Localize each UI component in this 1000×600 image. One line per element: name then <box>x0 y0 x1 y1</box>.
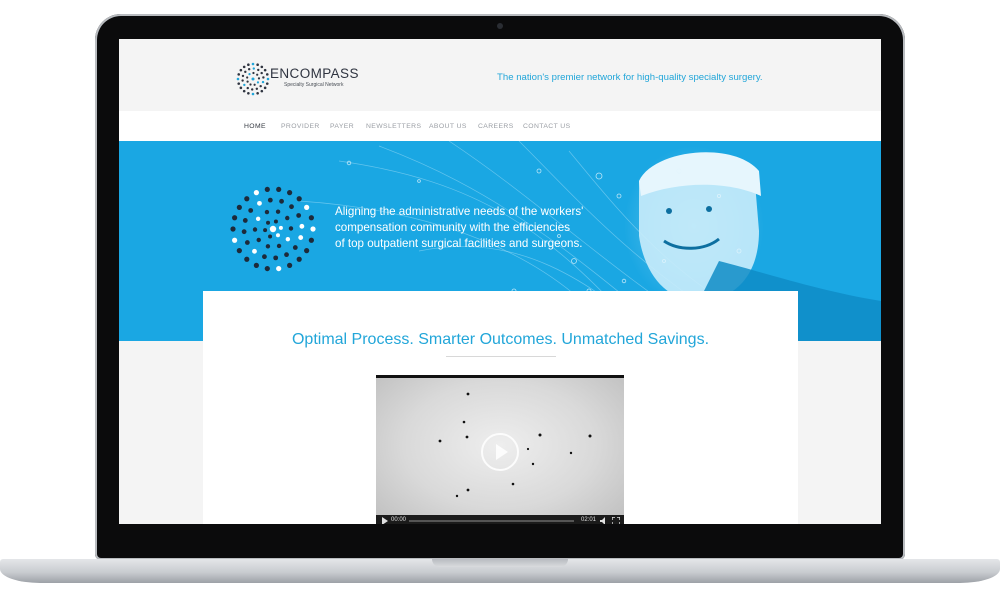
nav-payer[interactable]: PAYER <box>330 123 354 130</box>
hero-line-1: Aligning the administrative needs of the… <box>335 205 584 218</box>
encompass-logo-icon[interactable] <box>236 62 270 96</box>
volume-icon[interactable] <box>600 517 608 524</box>
site-header: ENCOMPASS Specialty Surgical Network The… <box>119 39 881 112</box>
hero-line-3: of top outpatient surgical facilities an… <box>335 237 583 250</box>
play-icon <box>496 444 508 460</box>
hero-dot-logo-icon <box>230 186 316 272</box>
main-nav: HOME PROVIDER PAYER NEWSLETTERS ABOUT US… <box>119 111 881 141</box>
camera-dot <box>497 23 503 29</box>
nav-provider[interactable]: PROVIDER <box>281 123 320 130</box>
hero-line-2: compensation community with the efficien… <box>335 221 570 234</box>
video-player[interactable]: 00:00 02:01 <box>376 375 624 524</box>
hero-text: Aligning the administrative needs of the… <box>335 204 635 252</box>
browser-screen: ENCOMPASS Specialty Surgical Network The… <box>119 39 881 524</box>
brand-name[interactable]: ENCOMPASS <box>270 66 359 81</box>
play-icon[interactable] <box>381 517 389 524</box>
laptop-notch <box>432 559 568 567</box>
nav-careers[interactable]: CAREERS <box>478 123 514 130</box>
headline-divider <box>446 356 556 357</box>
nav-contact-us[interactable]: CONTACT US <box>523 123 571 130</box>
nav-newsletters[interactable]: NEWSLETTERS <box>366 123 421 130</box>
video-progress-bar[interactable] <box>409 520 574 522</box>
nav-home[interactable]: HOME <box>244 123 266 130</box>
video-duration: 02:01 <box>581 517 597 523</box>
page-headline: Optimal Process. Smarter Outcomes. Unmat… <box>291 331 710 348</box>
site-tagline: The nation's premier network for high-qu… <box>497 72 763 83</box>
video-play-button[interactable] <box>481 433 519 471</box>
nav-about-us[interactable]: ABOUT US <box>429 123 467 130</box>
brand-subtitle: Specialty Surgical Network <box>284 82 344 88</box>
video-current-time: 00:00 <box>391 517 407 523</box>
fullscreen-icon[interactable] <box>612 517 620 524</box>
video-controls: 00:00 02:01 <box>376 515 624 524</box>
